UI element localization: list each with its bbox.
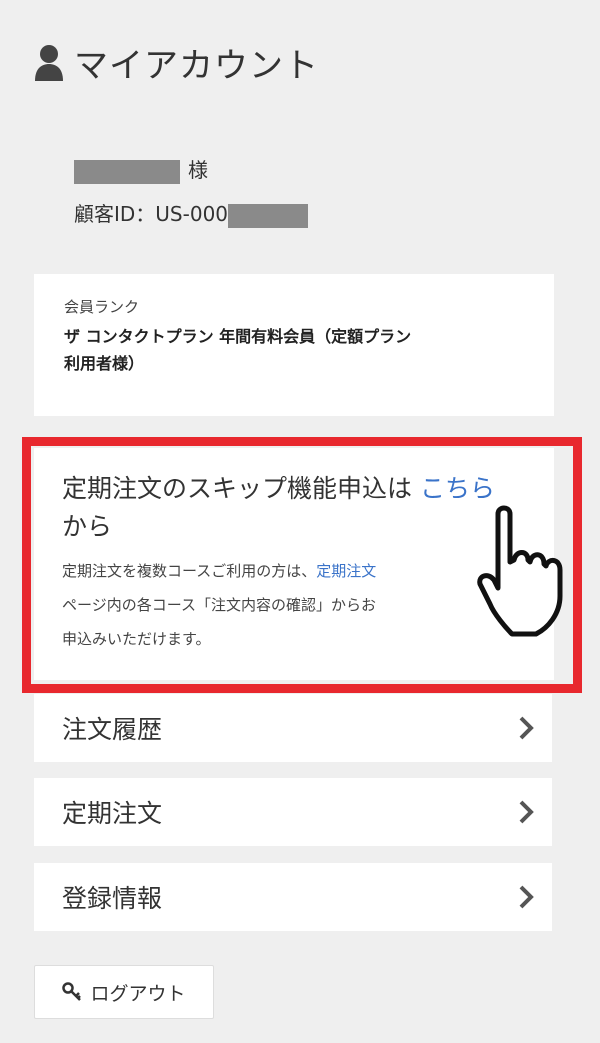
redacted-name [74, 159, 180, 184]
skip-title-suffix: から [62, 512, 113, 541]
rank-value-line2: 利用者様） [64, 354, 145, 373]
skip-description: 定期注文を複数コースご利用の方は、定期注文 ページ内の各コース「注文内容の確認」… [62, 554, 526, 656]
redacted-id [228, 203, 309, 228]
rank-label: 会員ランク [64, 298, 140, 316]
nav-registration-info-label: 登録情報 [62, 884, 163, 913]
nav-subscription-label: 定期注文 [62, 799, 163, 828]
nav-order-history[interactable]: 注文履歴 [34, 694, 552, 762]
pointing-hand-icon [477, 505, 563, 637]
customer-id-label: 顧客ID：US-000 [74, 202, 229, 226]
skip-title: 定期注文のスキップ機能申込は こちら から [62, 470, 526, 546]
logout-label: ログアウト [90, 982, 186, 1005]
page-title: マイアカウント [74, 46, 319, 86]
skip-apply-link[interactable]: こちら [420, 474, 495, 503]
rank-value-line1: ザ コンタクトプラン 年間有料会員（定額プラン [64, 327, 412, 346]
customer-id-line: 顧客ID：US-000 [74, 192, 309, 236]
nav-order-history-label: 注文履歴 [62, 715, 163, 744]
subscription-link[interactable]: 定期注文 [316, 562, 376, 580]
chevron-right-icon [519, 800, 534, 824]
customer-info: 様 顧客ID：US-000 [74, 148, 309, 236]
logout-button[interactable]: ログアウト [34, 965, 214, 1019]
page-header: マイアカウント [34, 38, 319, 87]
chevron-right-icon [519, 885, 534, 909]
nav-registration-info[interactable]: 登録情報 [34, 863, 552, 931]
skip-desc-line2: ページ内の各コース「注文内容の確認」からお [62, 596, 376, 614]
nav-subscription[interactable]: 定期注文 [34, 778, 552, 846]
skip-desc-line1: 定期注文を複数コースご利用の方は、定期注文 [62, 554, 526, 588]
chevron-right-icon [519, 716, 534, 740]
skip-title-text: 定期注文のスキップ機能申込は [62, 474, 420, 503]
customer-honorific: 様 [188, 158, 208, 182]
user-icon [35, 44, 63, 81]
skip-desc-text: 定期注文を複数コースご利用の方は、 [62, 562, 317, 580]
customer-name-line: 様 [74, 148, 308, 192]
key-icon [62, 982, 82, 1001]
membership-rank-card: 会員ランク ザ コンタクトプラン 年間有料会員（定額プラン 利用者様） [34, 274, 554, 416]
rank-value: ザ コンタクトプラン 年間有料会員（定額プラン 利用者様） [64, 323, 524, 377]
skip-desc-line3: 申込みいただけます。 [62, 630, 211, 648]
